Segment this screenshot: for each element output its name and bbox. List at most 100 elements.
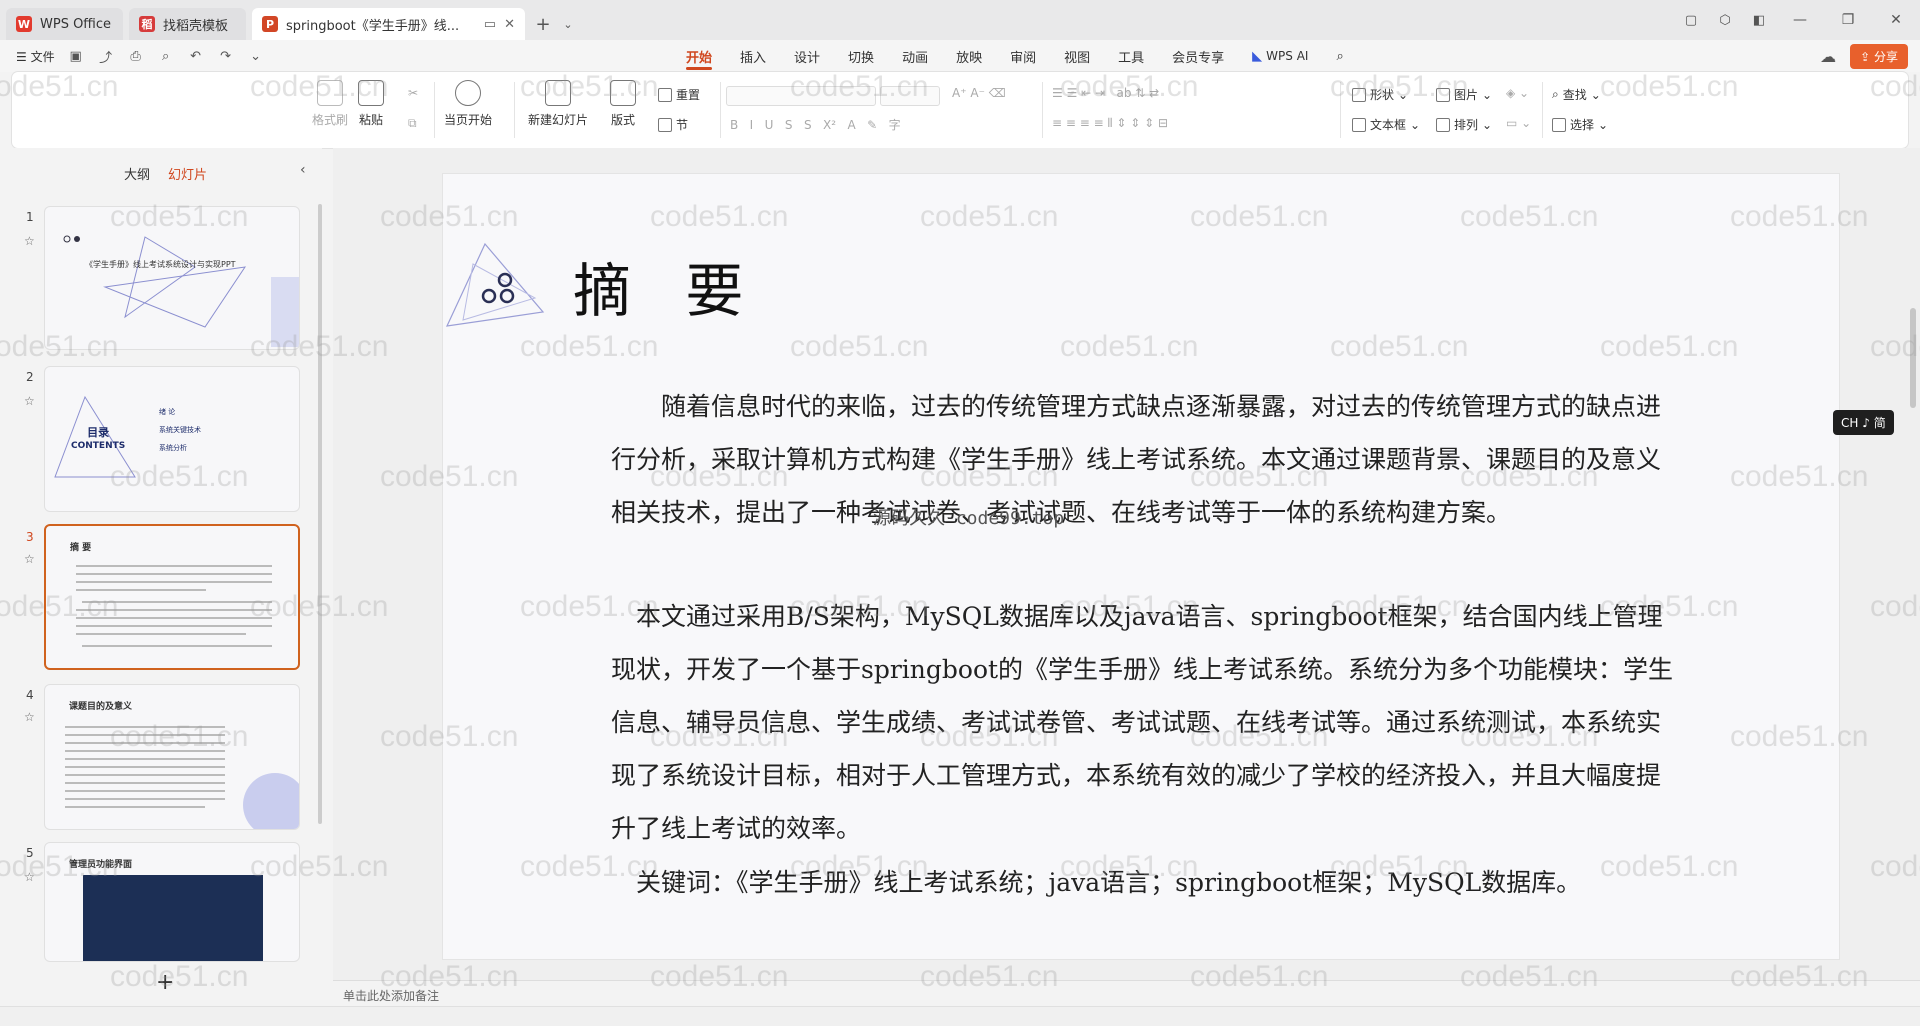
font-style-icons[interactable]: B I U S S X² A ✎ 字	[730, 116, 901, 133]
avatar[interactable]: ◧	[1742, 13, 1776, 28]
tab-list-chevron-icon[interactable]: ⌄	[561, 8, 575, 40]
wps-ai-button[interactable]: ◣ WPS AI	[1238, 40, 1322, 72]
close-window-button[interactable]: ✕	[1872, 12, 1920, 28]
slide-paragraph-2[interactable]: 本文通过采用B/S架构，MySQL数据库以及java语言、springboot框…	[611, 590, 1683, 855]
cut-icon[interactable]: ✂	[408, 86, 418, 100]
slide-title[interactable]: 摘 要	[573, 244, 761, 328]
tab-tools[interactable]: 工具	[1104, 40, 1158, 72]
reset-button[interactable]: 重置	[658, 86, 700, 103]
minimize-button[interactable]: —	[1776, 12, 1824, 28]
tab-wps-office[interactable]: W WPS Office	[6, 8, 123, 40]
file-menu[interactable]: ☰ 文件	[16, 48, 55, 65]
slide-thumbnail-4[interactable]: 课题目的及意义	[44, 684, 300, 830]
reset-icon	[658, 87, 672, 102]
start-from-current-button[interactable]: 当页开始	[444, 80, 492, 128]
slide-thumbnail-3[interactable]: 摘 要	[44, 524, 300, 670]
tab-view[interactable]: 视图	[1050, 40, 1104, 72]
wps-ai-logo-icon: ◣	[1252, 48, 1263, 64]
font-name-select[interactable]	[726, 86, 876, 106]
play-icon	[455, 80, 481, 106]
font-grow-icon[interactable]: A⁺ A⁻ ⌫	[952, 86, 1006, 100]
pane-scrollbar[interactable]	[318, 204, 322, 824]
star-icon[interactable]: ☆	[24, 710, 35, 724]
slide-paragraph-1[interactable]: 随着信息时代的来临，过去的传统管理方式缺点逐渐暴露，对过去的传统管理方式的缺点进…	[611, 380, 1683, 539]
slide-thumbnail-1[interactable]: 《学生手册》线上考试系统设计与实现PPT	[44, 206, 300, 350]
shape-button[interactable]: 形状 ⌄	[1352, 86, 1408, 103]
tab-home[interactable]: 开始	[672, 40, 726, 72]
layout-button[interactable]: 版式	[610, 80, 636, 128]
star-icon[interactable]: ☆	[24, 552, 35, 566]
add-slide-button[interactable]: +	[156, 970, 174, 995]
save-icon[interactable]: ▣	[67, 47, 85, 65]
fill-color-icon[interactable]: ◈ ⌄	[1506, 86, 1529, 100]
find-button[interactable]: ⌕ 查找 ⌄	[1552, 86, 1601, 103]
canvas-scrollbar[interactable]	[1910, 308, 1916, 408]
list-icons[interactable]: ☰ ☰ ⇤ ⇥ ab ⇅ ⇄	[1052, 86, 1159, 100]
notes-placeholder[interactable]: 单击此处添加备注	[333, 980, 1920, 1006]
font-size-select[interactable]	[880, 86, 940, 106]
menu-right: ☁ ⇪ 分享	[1820, 44, 1908, 69]
new-slide-button[interactable]: 新建幻灯片	[528, 80, 588, 128]
textbox-button[interactable]: 文本框 ⌄	[1352, 116, 1420, 133]
tab-member[interactable]: 会员专享	[1158, 40, 1238, 72]
thumbnail-title: 目录 CONTENTS	[71, 426, 126, 452]
overlay-watermark: 源码久久 code99.top	[873, 508, 1065, 529]
slide-keywords[interactable]: 关键词：《学生手册》线上考试系统；java语言；springboot框架；MyS…	[611, 856, 1683, 909]
pane-tabs: 大纲 幻灯片	[124, 164, 207, 183]
share-button[interactable]: ⇪ 分享	[1850, 44, 1908, 69]
new-tab-button[interactable]: +	[525, 8, 561, 40]
chevron-down-icon[interactable]: ⌄	[247, 47, 265, 65]
select-button[interactable]: 选择 ⌄	[1552, 116, 1608, 133]
tab-outline[interactable]: 大纲	[124, 164, 150, 183]
paste-button[interactable]: 粘贴	[358, 80, 384, 128]
slide-thumbnail-5[interactable]: 管理员功能界面	[44, 842, 300, 962]
tab-review[interactable]: 审阅	[996, 40, 1050, 72]
ribbon-toolbar: 格式刷 粘贴 ✂ ⧉ 当页开始 新建幻灯片 版式 重置 节 A⁺ A⁻ ⌫ B …	[12, 72, 1908, 148]
slide-number: 5	[26, 846, 34, 860]
tab-transitions[interactable]: 切换	[834, 40, 888, 72]
tab-docer[interactable]: 稻 找稻壳模板	[129, 8, 246, 40]
search-icon[interactable]: ⌕	[1322, 40, 1357, 72]
select-icon	[1552, 117, 1566, 132]
slide-number: 1	[26, 210, 34, 224]
copy-icon[interactable]: ⧉	[408, 116, 417, 131]
maximize-button[interactable]: ❐	[1824, 12, 1872, 28]
tab-animations[interactable]: 动画	[888, 40, 942, 72]
layout-icon[interactable]: ▢	[1674, 13, 1708, 28]
thumbnail-screenshot	[83, 875, 263, 961]
star-icon[interactable]: ☆	[24, 234, 35, 248]
picture-button[interactable]: 图片 ⌄	[1436, 86, 1492, 103]
slide[interactable]: 摘 要 随着信息时代的来临，过去的传统管理方式缺点逐渐暴露，对过去的传统管理方式…	[443, 174, 1839, 959]
star-icon[interactable]: ☆	[24, 394, 35, 408]
redo-icon[interactable]: ↷	[217, 47, 235, 65]
tab-slideshow[interactable]: 放映	[942, 40, 996, 72]
monitor-icon[interactable]: ▭	[484, 17, 496, 32]
tab-slides[interactable]: 幻灯片	[168, 164, 207, 183]
align-icons[interactable]: ≡ ≡ ≡ ≡ ⫴ ⇕ ⇕ ⇕ ⊟	[1052, 116, 1168, 131]
section-button[interactable]: 节	[658, 116, 688, 133]
thumbnail-title: 摘 要	[70, 543, 92, 553]
divider	[1042, 82, 1043, 138]
undo-icon[interactable]: ↶	[187, 47, 205, 65]
divider	[1542, 82, 1543, 138]
arrange-button[interactable]: 排列 ⌄	[1436, 116, 1492, 133]
thumbnail-graphics	[63, 235, 299, 347]
slide-number: 3	[26, 530, 34, 544]
format-painter-button[interactable]: 格式刷	[312, 80, 348, 128]
menu-bar: ☰ 文件 ▣ ⤴ ⎙ ⌕ ↶ ↷ ⌄ 开始 插入 设计 切换 动画 放映 审阅 …	[0, 40, 1920, 72]
ime-indicator[interactable]: CH ♪ 简	[1833, 410, 1894, 435]
print-preview-icon[interactable]: ⌕	[157, 47, 175, 65]
tab-design[interactable]: 设计	[780, 40, 834, 72]
export-icon[interactable]: ⤴	[97, 47, 115, 66]
tab-current-document[interactable]: P springboot《学生手册》线... ▭ ✕	[252, 8, 525, 40]
outline-color-icon[interactable]: ▭ ⌄	[1506, 116, 1531, 130]
status-bar	[0, 1006, 1920, 1026]
tab-insert[interactable]: 插入	[726, 40, 780, 72]
slide-thumbnail-2[interactable]: 目录 CONTENTS 绪 论 系统关键技术 系统分析	[44, 366, 300, 512]
star-icon[interactable]: ☆	[24, 870, 35, 884]
cube-icon[interactable]: ⬡	[1708, 13, 1742, 28]
cloud-upload-icon[interactable]: ☁	[1820, 47, 1836, 66]
close-tab-icon[interactable]: ✕	[504, 17, 515, 32]
collapse-pane-icon[interactable]: ‹	[300, 162, 306, 178]
print-icon[interactable]: ⎙	[127, 47, 145, 65]
